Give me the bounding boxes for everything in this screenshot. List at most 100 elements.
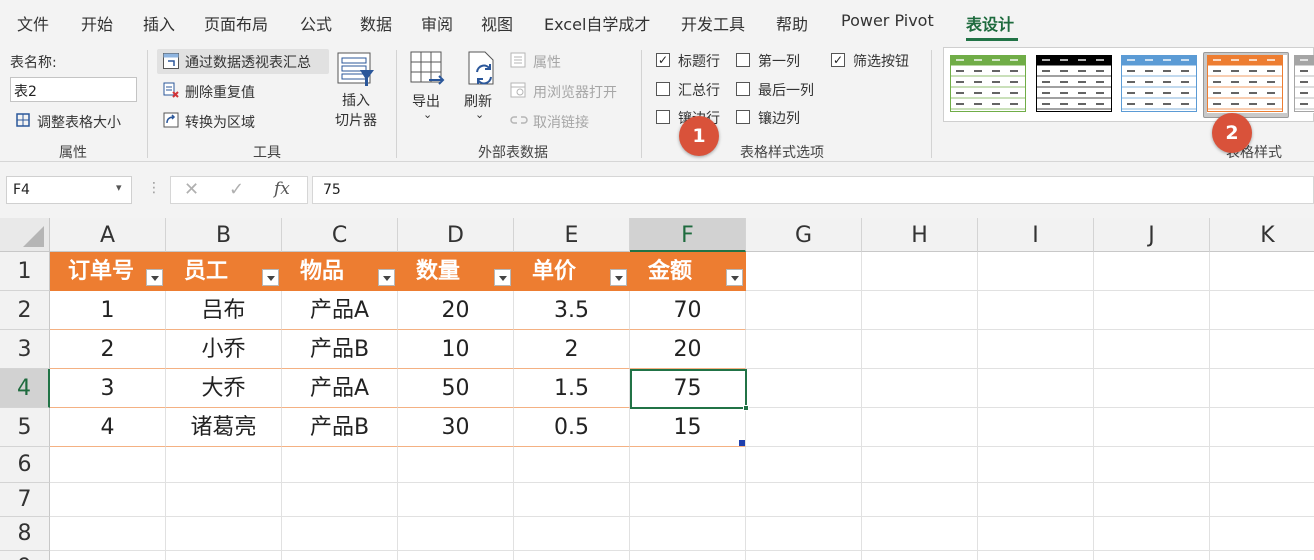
formula-input[interactable]: 75 bbox=[312, 176, 1314, 204]
column-header-g[interactable]: G bbox=[746, 218, 862, 252]
cell-j4[interactable] bbox=[1094, 369, 1210, 408]
cell-h2[interactable] bbox=[862, 291, 978, 330]
table-data-cell[interactable]: 30 bbox=[398, 408, 514, 447]
cell-k8[interactable] bbox=[1210, 517, 1314, 551]
cell-k3[interactable] bbox=[1210, 330, 1314, 369]
cell-b6[interactable] bbox=[166, 447, 282, 483]
table-data-cell[interactable]: 0.5 bbox=[514, 408, 630, 447]
cell-j6[interactable] bbox=[1094, 447, 1210, 483]
cell-d7[interactable] bbox=[398, 483, 514, 517]
cell-h3[interactable] bbox=[862, 330, 978, 369]
cell-c6[interactable] bbox=[282, 447, 398, 483]
cell-j5[interactable] bbox=[1094, 408, 1210, 447]
cell-j8[interactable] bbox=[1094, 517, 1210, 551]
cell-k9[interactable] bbox=[1210, 551, 1314, 560]
refresh-dropdown-icon[interactable]: ⌄ bbox=[475, 108, 484, 121]
table-data-cell[interactable]: 小乔 bbox=[166, 330, 282, 369]
cell-e8[interactable] bbox=[514, 517, 630, 551]
table-data-cell[interactable]: 20 bbox=[398, 291, 514, 330]
name-box[interactable]: F4 bbox=[6, 176, 132, 204]
header-row-checkbox[interactable]: ✓ bbox=[656, 53, 670, 67]
row-header-8[interactable]: 8 bbox=[0, 517, 50, 551]
column-header-e[interactable]: E bbox=[514, 218, 630, 252]
cell-g2[interactable] bbox=[746, 291, 862, 330]
tab-table-design[interactable]: 表设计 bbox=[966, 11, 1014, 35]
name-box-dropdown-icon[interactable]: ▾ bbox=[116, 181, 122, 194]
cell-k1[interactable] bbox=[1210, 252, 1314, 291]
cell-d8[interactable] bbox=[398, 517, 514, 551]
cell-h7[interactable] bbox=[862, 483, 978, 517]
tab-home[interactable]: 开始 bbox=[81, 11, 113, 35]
tab-developer[interactable]: 开发工具 bbox=[681, 11, 745, 35]
last-column-checkbox[interactable] bbox=[736, 82, 750, 96]
cell-b8[interactable] bbox=[166, 517, 282, 551]
row-header-9[interactable]: 9 bbox=[0, 551, 50, 560]
filter-dropdown-button[interactable] bbox=[494, 269, 511, 286]
cancel-icon[interactable]: ✕ bbox=[184, 179, 199, 200]
table-style-blue-light[interactable] bbox=[1121, 55, 1201, 113]
filter-dropdown-button[interactable] bbox=[378, 269, 395, 286]
cell-i7[interactable] bbox=[978, 483, 1094, 517]
export-dropdown-icon[interactable]: ⌄ bbox=[423, 108, 432, 121]
tab-insert[interactable]: 插入 bbox=[143, 11, 175, 35]
cell-i8[interactable] bbox=[978, 517, 1094, 551]
table-data-cell[interactable]: 3 bbox=[50, 369, 166, 408]
resize-table-button[interactable]: 调整表格大小 bbox=[37, 112, 121, 132]
cell-h6[interactable] bbox=[862, 447, 978, 483]
table-data-cell[interactable]: 诸葛亮 bbox=[166, 408, 282, 447]
cell-f8[interactable] bbox=[630, 517, 746, 551]
fill-handle[interactable] bbox=[743, 405, 749, 411]
cell-g8[interactable] bbox=[746, 517, 862, 551]
enter-icon[interactable]: ✓ bbox=[229, 179, 244, 200]
table-data-cell[interactable]: 产品A bbox=[282, 291, 398, 330]
cell-c9[interactable] bbox=[282, 551, 398, 560]
cell-a9[interactable] bbox=[50, 551, 166, 560]
cell-i5[interactable] bbox=[978, 408, 1094, 447]
table-data-cell[interactable]: 20 bbox=[630, 330, 746, 369]
column-header-a[interactable]: A bbox=[50, 218, 166, 252]
table-data-cell[interactable]: 4 bbox=[50, 408, 166, 447]
tab-power-pivot[interactable]: Power Pivot bbox=[841, 11, 934, 30]
cell-g6[interactable] bbox=[746, 447, 862, 483]
tab-help[interactable]: 帮助 bbox=[776, 11, 808, 35]
cell-f7[interactable] bbox=[630, 483, 746, 517]
first-column-checkbox[interactable] bbox=[736, 53, 750, 67]
cell-c7[interactable] bbox=[282, 483, 398, 517]
column-header-d[interactable]: D bbox=[398, 218, 514, 252]
row-header-6[interactable]: 6 bbox=[0, 447, 50, 483]
filter-button-checkbox[interactable]: ✓ bbox=[831, 53, 845, 67]
filter-dropdown-button[interactable] bbox=[726, 269, 743, 286]
summarize-pivot-button[interactable]: 通过数据透视表汇总 bbox=[185, 52, 311, 72]
cell-b9[interactable] bbox=[166, 551, 282, 560]
cell-h8[interactable] bbox=[862, 517, 978, 551]
remove-duplicates-button[interactable]: 删除重复值 bbox=[185, 82, 255, 102]
cell-d6[interactable] bbox=[398, 447, 514, 483]
table-data-cell[interactable]: 2 bbox=[50, 330, 166, 369]
cell-i1[interactable] bbox=[978, 252, 1094, 291]
table-style-green-light[interactable] bbox=[950, 55, 1030, 113]
banded-rows-checkbox[interactable] bbox=[656, 110, 670, 124]
cell-f9[interactable] bbox=[630, 551, 746, 560]
external-properties-button[interactable]: 属性 bbox=[533, 52, 561, 72]
cell-a6[interactable] bbox=[50, 447, 166, 483]
column-header-j[interactable]: J bbox=[1094, 218, 1210, 252]
insert-function-icon[interactable]: fx bbox=[274, 179, 290, 199]
banded-columns-checkbox[interactable] bbox=[736, 110, 750, 124]
row-header-4[interactable]: 4 bbox=[0, 369, 50, 408]
table-data-cell[interactable]: 产品B bbox=[282, 408, 398, 447]
table-data-cell[interactable]: 3.5 bbox=[514, 291, 630, 330]
column-header-f[interactable]: F bbox=[630, 218, 746, 252]
table-data-cell[interactable]: 吕布 bbox=[166, 291, 282, 330]
cell-a8[interactable] bbox=[50, 517, 166, 551]
cell-k5[interactable] bbox=[1210, 408, 1314, 447]
cell-i4[interactable] bbox=[978, 369, 1094, 408]
column-header-b[interactable]: B bbox=[166, 218, 282, 252]
column-header-h[interactable]: H bbox=[862, 218, 978, 252]
cell-i9[interactable] bbox=[978, 551, 1094, 560]
cell-b7[interactable] bbox=[166, 483, 282, 517]
table-data-cell[interactable]: 大乔 bbox=[166, 369, 282, 408]
cell-f6[interactable] bbox=[630, 447, 746, 483]
cell-j3[interactable] bbox=[1094, 330, 1210, 369]
tab-page-layout[interactable]: 页面布局 bbox=[204, 11, 268, 35]
insert-slicer-button[interactable]: 插入 切片器 bbox=[326, 90, 386, 130]
